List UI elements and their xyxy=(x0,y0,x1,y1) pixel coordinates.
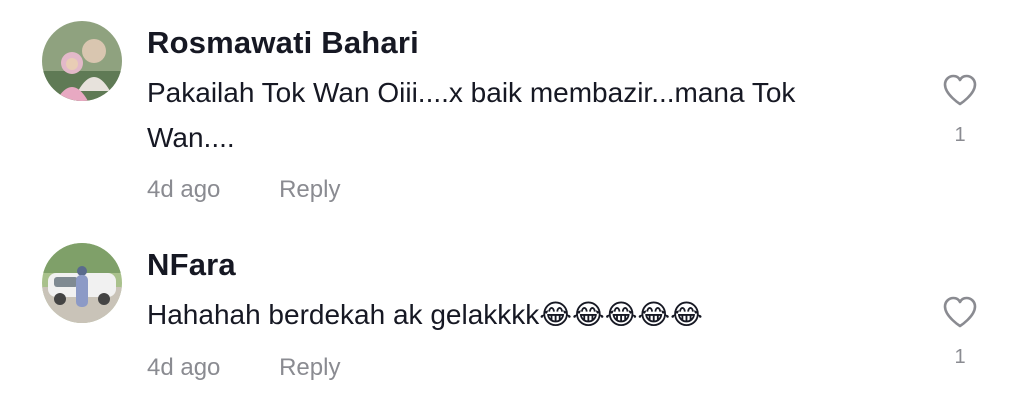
reply-button[interactable]: Reply xyxy=(279,176,340,203)
comment-timestamp: 4d ago xyxy=(147,176,221,203)
avatar[interactable] xyxy=(42,243,122,323)
comment-text: Pakailah Tok Wan Oiii....x baik membazir… xyxy=(147,77,796,153)
comment-item: NFara Hahahah berdekah ak gelakkkk😂😂😂😂😂 … xyxy=(0,220,1026,404)
heart-outline-icon xyxy=(943,296,977,328)
comment-timestamp: 4d ago xyxy=(147,354,221,381)
like-count: 1 xyxy=(954,124,966,146)
avatar[interactable] xyxy=(42,21,122,101)
comment-item: Rosmawati Bahari Pakailah Tok Wan Oiii..… xyxy=(0,0,1026,220)
comment-meta: 4d ago Reply xyxy=(147,354,340,382)
like-button[interactable] xyxy=(940,292,980,332)
heart-outline-icon xyxy=(943,74,977,106)
like-count: 1 xyxy=(954,346,966,368)
comment-text: Hahahah berdekah ak gelakkkk😂😂😂😂😂 xyxy=(147,299,703,330)
comment-username[interactable]: Rosmawati Bahari xyxy=(147,25,419,61)
comment-meta: 4d ago Reply xyxy=(147,176,340,204)
comment-username[interactable]: NFara xyxy=(147,247,236,283)
reply-button[interactable]: Reply xyxy=(279,354,340,381)
like-button[interactable] xyxy=(940,70,980,110)
